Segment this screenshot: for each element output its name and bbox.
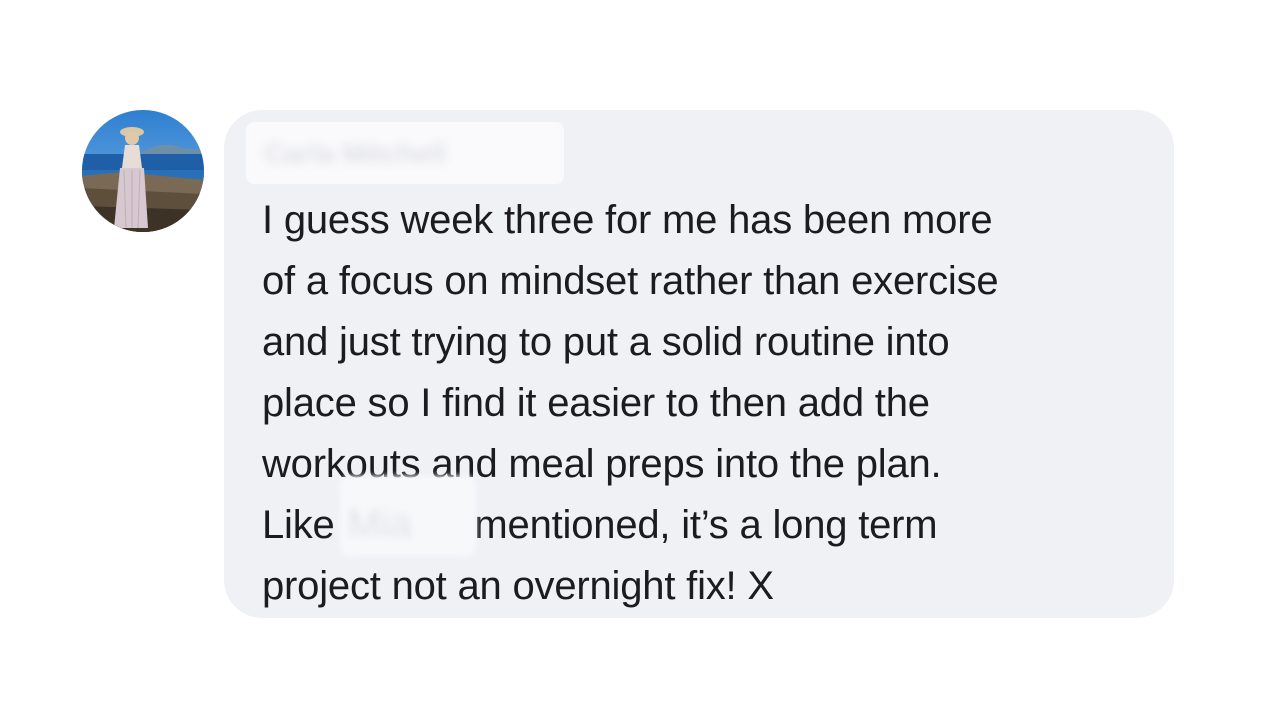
comment-text: I guess week three for me has been more …	[262, 190, 1162, 617]
comment-line: and just trying to put a solid routine i…	[262, 320, 950, 364]
comment-line-start: Like	[262, 503, 346, 547]
author-name-redacted[interactable]: Carla Mitchell	[246, 122, 564, 184]
author-name: Carla Mitchell	[264, 138, 447, 169]
comment-line: project not an overnight fix! X	[262, 564, 774, 608]
comment-thread: Carla Mitchell I guess week three for me…	[0, 0, 1280, 720]
profile-photo-icon	[82, 110, 204, 232]
comment-line: of a focus on mindset rather than exerci…	[262, 259, 999, 303]
mentioned-name: Mia	[347, 502, 412, 546]
author-avatar[interactable]	[82, 110, 204, 232]
comment-line: Like Mia mentioned, it’s a long term	[262, 476, 1162, 556]
comment-bubble: Carla Mitchell I guess week three for me…	[224, 110, 1174, 618]
comment-line: place so I find it easier to then add th…	[262, 381, 930, 425]
mentioned-name-redacted[interactable]: Mia	[339, 476, 476, 556]
comment-line: I guess week three for me has been more	[262, 198, 993, 242]
comment-line-end: mentioned, it’s a long term	[463, 503, 938, 547]
